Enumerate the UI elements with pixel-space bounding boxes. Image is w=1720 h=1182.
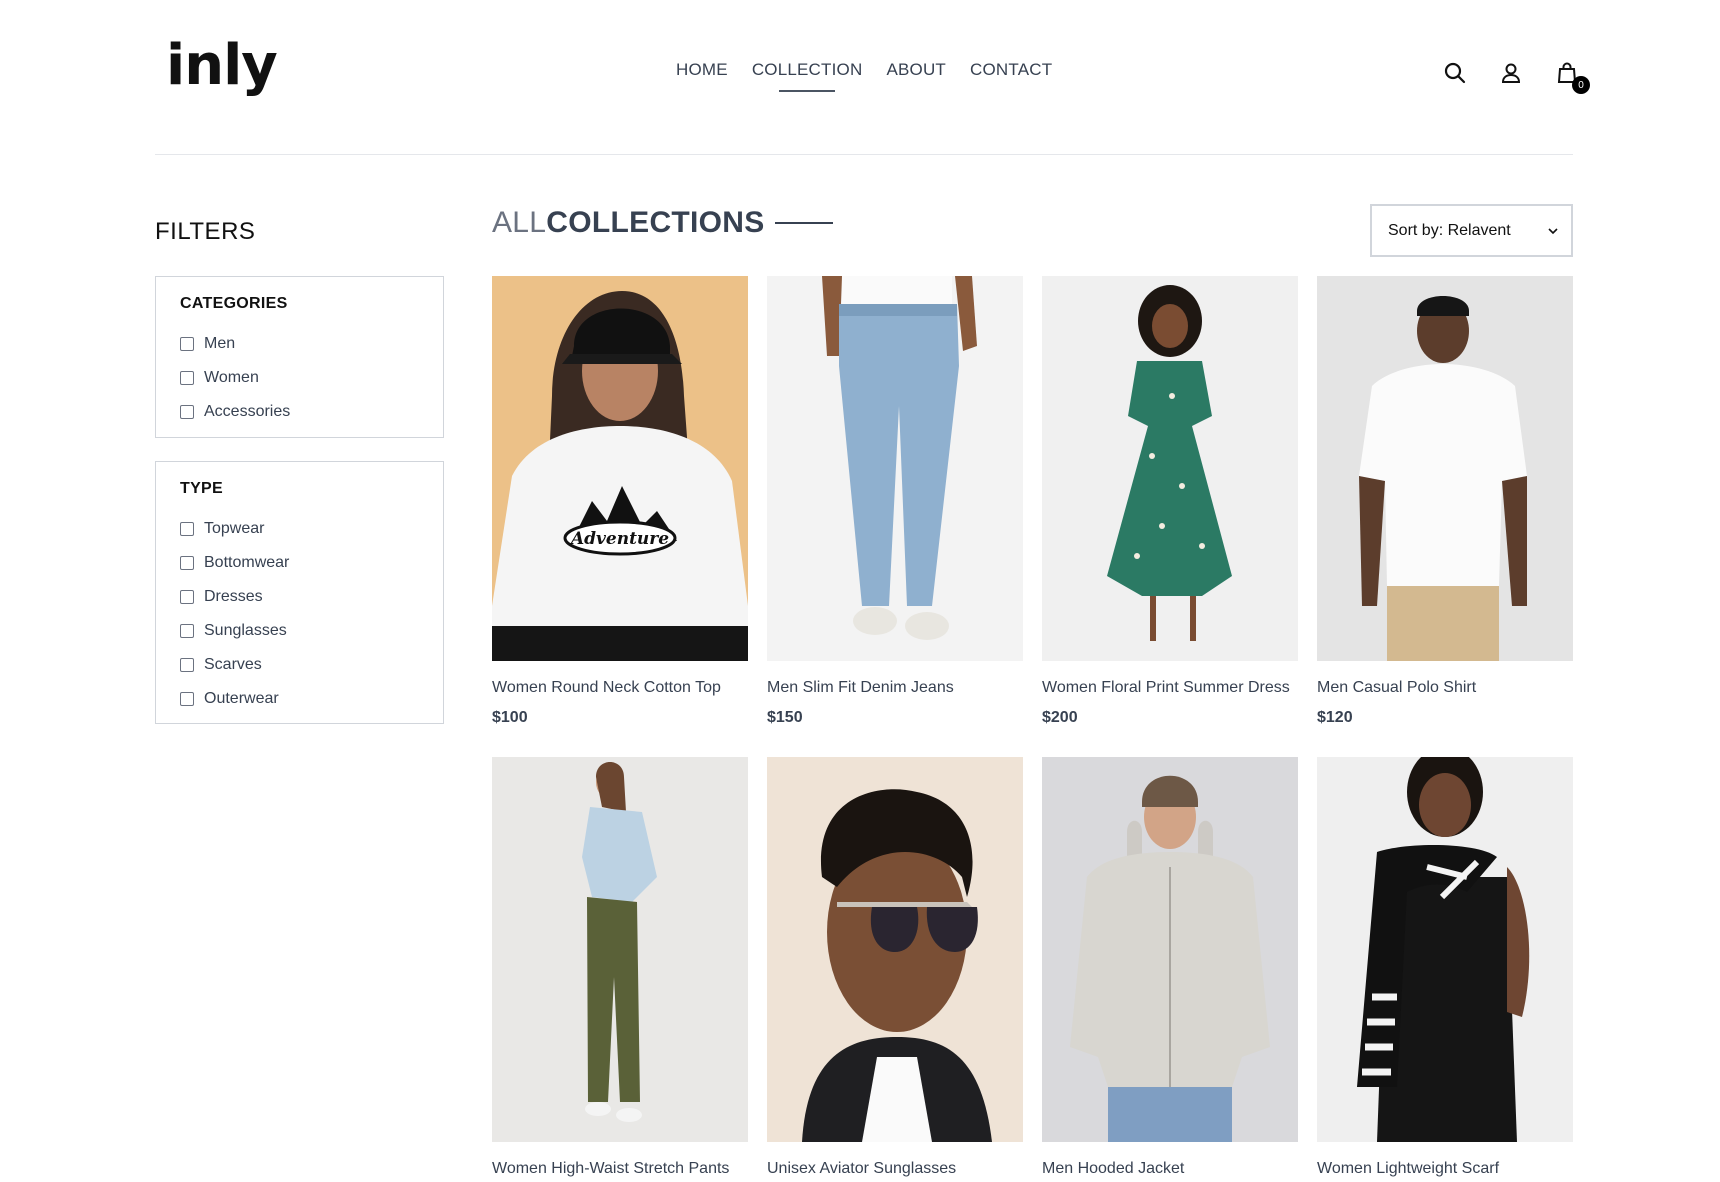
nav-home[interactable]: HOME	[676, 60, 728, 86]
site-header: inly HOME COLLECTION ABOUT CONTACT 0	[0, 0, 1720, 156]
filter-option-accessories[interactable]: Accessories	[180, 395, 419, 429]
filter-option-bottomwear[interactable]: Bottomwear	[180, 546, 419, 580]
product-price: $200	[1042, 709, 1078, 726]
product-image[interactable]	[1317, 757, 1573, 1142]
search-icon[interactable]	[1442, 60, 1468, 86]
filter-option-label: Topwear	[204, 520, 265, 537]
type-heading: TYPE	[180, 480, 223, 497]
filter-option-sunglasses[interactable]: Sunglasses	[180, 614, 419, 648]
filter-option-label: Women	[204, 369, 259, 386]
product-image[interactable]	[767, 276, 1023, 661]
categories-filter: CATEGORIES Men Women Accessories	[155, 276, 444, 438]
product-name[interactable]: Men Hooded Jacket	[1042, 1160, 1298, 1178]
product-name[interactable]: Men Casual Polo Shirt	[1317, 679, 1573, 697]
header-divider	[155, 154, 1573, 155]
product-card[interactable]: Men Slim Fit Denim Jeans $150	[767, 276, 1023, 727]
cart-icon[interactable]: 0	[1554, 60, 1590, 94]
filter-option-men[interactable]: Men	[180, 327, 419, 361]
sort-select[interactable]: Sort by: Relavent	[1370, 204, 1573, 257]
product-image[interactable]: Adventure	[492, 276, 748, 661]
product-price: $100	[492, 709, 528, 726]
collection-title: ALL COLLECTIONS	[492, 206, 833, 240]
filter-option-label: Sunglasses	[204, 622, 287, 639]
filter-option-topwear[interactable]: Topwear	[180, 512, 419, 546]
filter-option-dresses[interactable]: Dresses	[180, 580, 419, 614]
product-card[interactable]: Men Hooded Jacket	[1042, 757, 1298, 1182]
nav-contact[interactable]: CONTACT	[970, 60, 1052, 86]
product-name[interactable]: Men Slim Fit Denim Jeans	[767, 679, 1023, 697]
checkbox[interactable]	[180, 522, 194, 536]
filter-option-women[interactable]: Women	[180, 361, 419, 395]
product-name[interactable]: Unisex Aviator Sunglasses	[767, 1160, 1023, 1178]
filters-title[interactable]: FILTERS	[155, 218, 255, 246]
nav-collection[interactable]: COLLECTION	[752, 60, 863, 92]
checkbox[interactable]	[180, 371, 194, 385]
product-image[interactable]	[1042, 757, 1298, 1142]
filter-option-outerwear[interactable]: Outerwear	[180, 682, 419, 716]
checkbox[interactable]	[180, 405, 194, 419]
product-grid: Adventure Women Round Neck Cotton Top $1…	[492, 276, 1573, 1182]
collection-title-prefix: ALL	[492, 206, 547, 239]
main-nav: HOME COLLECTION ABOUT CONTACT	[676, 60, 1052, 92]
collection-title-main: COLLECTIONS	[546, 206, 765, 239]
product-image[interactable]	[1317, 276, 1573, 661]
product-image[interactable]	[767, 757, 1023, 1142]
product-name[interactable]: Women Lightweight Scarf	[1317, 1160, 1573, 1178]
checkbox[interactable]	[180, 556, 194, 570]
checkbox[interactable]	[180, 337, 194, 351]
filter-option-label: Scarves	[204, 656, 262, 673]
header-actions: 0	[1442, 60, 1590, 94]
product-price: $150	[767, 709, 803, 726]
type-filter: TYPE Topwear Bottomwear Dresses Sunglass…	[155, 461, 444, 724]
product-card[interactable]: Women Floral Print Summer Dress $200	[1042, 276, 1298, 727]
product-image[interactable]	[492, 757, 748, 1142]
product-card[interactable]: Women High-Waist Stretch Pants	[492, 757, 748, 1182]
chevron-down-icon	[1548, 227, 1558, 234]
nav-about[interactable]: ABOUT	[886, 60, 946, 86]
filter-option-label: Men	[204, 335, 236, 352]
checkbox[interactable]	[180, 590, 194, 604]
title-underline	[774, 222, 833, 224]
brand-logo[interactable]: inly	[166, 38, 278, 94]
checkbox[interactable]	[180, 658, 194, 672]
filter-option-label: Accessories	[204, 403, 291, 420]
product-name[interactable]: Women Floral Print Summer Dress	[1042, 679, 1298, 697]
categories-heading: CATEGORIES	[180, 295, 288, 312]
product-image[interactable]	[1042, 276, 1298, 661]
filter-option-label: Bottomwear	[204, 554, 290, 571]
user-icon[interactable]	[1498, 60, 1524, 86]
filter-option-label: Dresses	[204, 588, 263, 605]
product-card[interactable]: Women Lightweight Scarf	[1317, 757, 1573, 1182]
svg-text:Adventure: Adventure	[569, 529, 669, 549]
sort-label: Sort by: Relavent	[1388, 221, 1511, 239]
checkbox[interactable]	[180, 624, 194, 638]
filter-option-scarves[interactable]: Scarves	[180, 648, 419, 682]
product-card[interactable]: Adventure Women Round Neck Cotton Top $1…	[492, 276, 748, 727]
cart-count-badge: 0	[1572, 76, 1590, 94]
product-name[interactable]: Women High-Waist Stretch Pants	[492, 1160, 748, 1178]
product-price: $120	[1317, 709, 1353, 726]
product-card[interactable]: Unisex Aviator Sunglasses	[767, 757, 1023, 1182]
filter-option-label: Outerwear	[204, 690, 279, 707]
product-name[interactable]: Women Round Neck Cotton Top	[492, 679, 748, 697]
product-card[interactable]: Men Casual Polo Shirt $120	[1317, 276, 1573, 727]
checkbox[interactable]	[180, 692, 194, 706]
